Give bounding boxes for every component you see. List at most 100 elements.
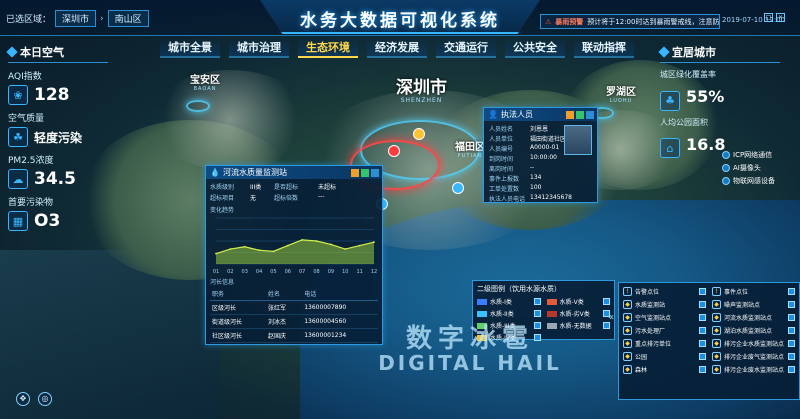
legend-item[interactable]: ◆ 排污企业废气监测站点 <box>712 352 795 361</box>
close-icon[interactable] <box>586 110 594 119</box>
field-value: 134 <box>530 174 542 181</box>
legend-label: 水质监测站 <box>635 302 666 309</box>
legend-checkbox[interactable] <box>699 301 706 308</box>
station-pin[interactable] <box>452 182 464 194</box>
layer-icp[interactable]: ICP网络通信 <box>722 150 775 160</box>
tab-city-overview[interactable]: 城市全景 <box>160 38 220 58</box>
legend-checkbox[interactable] <box>533 298 541 305</box>
tab-command[interactable]: 联动指挥 <box>574 38 634 58</box>
legend-item[interactable]: ◆ 湖泊水质监测站点 <box>712 326 795 335</box>
tab-public-safety[interactable]: 公共安全 <box>505 38 565 58</box>
popup-header: 💧 河流水质量监测站 <box>206 166 382 179</box>
legend-item[interactable]: 水质-劣V类 <box>546 309 610 318</box>
legend-checkbox[interactable] <box>603 298 610 305</box>
popup-header: 👤 执法人员 <box>484 108 597 121</box>
section-title: 宜居城市 <box>672 46 716 59</box>
legend-checkbox[interactable] <box>699 366 706 373</box>
district-name-en: BAOAN <box>193 86 217 92</box>
legend-checkbox[interactable] <box>603 322 610 329</box>
legend-item[interactable]: ! 事件点位 <box>712 287 795 296</box>
trend-point <box>315 240 318 242</box>
legend-item[interactable]: ◆ 噪声监测站点 <box>712 300 795 309</box>
page-title: 水务大数据可视化系统 <box>300 11 500 31</box>
legend-item[interactable]: ◆ 水质监测站 <box>623 300 706 309</box>
close-icon[interactable]: × <box>776 13 785 22</box>
park-icon: ⌂ <box>660 138 680 158</box>
map-controls: ✥ ◎ <box>16 392 52 406</box>
legend-checkbox[interactable] <box>699 340 706 347</box>
legend-item[interactable]: 水质-V类 <box>546 297 610 306</box>
title-plate: 水务大数据可视化系统 <box>260 0 540 34</box>
legend-item[interactable]: ◆ 河流水质监测站点 <box>712 313 795 322</box>
legend-checkbox[interactable] <box>699 327 706 334</box>
city-select[interactable]: 深圳市 <box>55 10 97 27</box>
table-row[interactable]: 街道级河长 刘冰杰 13600004560 <box>210 314 378 329</box>
layer-icon: ! <box>712 287 721 296</box>
pollutant-label: 首要污染物 <box>8 198 54 208</box>
tab-traffic[interactable]: 交通运行 <box>436 38 496 58</box>
camera-icon <box>722 164 730 172</box>
locate-icon[interactable]: ◎ <box>38 392 52 406</box>
legend-title: 二级图例（饮用水源水质） <box>477 285 561 293</box>
quality-value: 轻度污染 <box>34 130 83 145</box>
district-select[interactable]: 南山区 <box>107 10 149 27</box>
legend-checkbox[interactable] <box>788 353 795 360</box>
district-shenzhen[interactable]: 深圳市 SHENZHEN <box>396 80 447 104</box>
legend-checkbox[interactable] <box>788 288 795 295</box>
legend-item[interactable]: ◆ 公园 <box>623 352 706 361</box>
district-luohu[interactable]: 罗湖区 LUOHU <box>606 88 636 104</box>
legend-item[interactable]: ◆ 空气监测站点 <box>623 313 706 322</box>
legend-item[interactable]: 水质-II类 <box>477 309 541 318</box>
legend-checkbox[interactable] <box>699 288 706 295</box>
refresh-icon[interactable] <box>576 110 584 119</box>
legend-item[interactable]: ◆ 排污企业水质监测站点 <box>712 339 795 348</box>
legend-checkbox[interactable] <box>788 301 795 308</box>
livable-panel: 宜居城市 城区绿化覆盖率 ♣ 55% 人均公园面积 ⌂ 16.8 <box>658 44 795 158</box>
park-label: 人均公园面积 <box>660 117 708 127</box>
layer-icon: ◆ <box>712 326 721 335</box>
district-name-en: SHENZHEN <box>400 97 443 104</box>
legend-item[interactable]: ◆ 森林 <box>623 365 706 374</box>
pin-icon[interactable] <box>566 110 574 119</box>
legend-checkbox[interactable] <box>788 314 795 321</box>
district-name-en: LUOHU <box>609 98 633 104</box>
legend-checkbox[interactable] <box>788 327 795 334</box>
event-pin[interactable] <box>413 128 425 140</box>
layer-icon: ◆ <box>623 326 632 335</box>
legend-item[interactable]: ◆ 重点排污单位 <box>623 339 706 348</box>
tab-city-governance[interactable]: 城市治理 <box>229 38 289 58</box>
legend-checkbox[interactable] <box>699 353 706 360</box>
alert-bar[interactable]: ⚠ 暴雨预警 预计将于12:00时达到暴雨警戒线，注意防范 <box>540 14 720 29</box>
window-icon[interactable]: □ <box>764 13 773 22</box>
tab-ecology[interactable]: 生态环境 <box>298 38 358 58</box>
district-baoan[interactable]: 宝安区 BAOAN <box>190 76 220 92</box>
pin-icon[interactable] <box>351 168 359 177</box>
table-row[interactable]: 区级河长 张红军 13600007890 <box>210 300 378 315</box>
district-ring <box>186 100 210 112</box>
refresh-icon[interactable] <box>361 168 369 177</box>
cell: 刘冰杰 <box>266 314 303 329</box>
legend-checkbox[interactable] <box>788 366 795 373</box>
legend-label: 河流水质监测站点 <box>724 315 773 322</box>
legend-checkbox[interactable] <box>788 340 795 347</box>
legend-item[interactable]: 水质-I类 <box>477 297 541 306</box>
compass-icon[interactable]: ✥ <box>16 392 30 406</box>
layer-iot[interactable]: 物联网感设备 <box>722 176 775 186</box>
field-row: 工单处置数 100 <box>489 184 592 193</box>
officer-photo <box>564 125 592 155</box>
legend-item[interactable]: ◆ 污水处理厂 <box>623 326 706 335</box>
field-label: 执法人员电话 <box>489 196 526 203</box>
district-futian[interactable]: 福田区 FUTIAN <box>455 143 485 159</box>
cell: 社区级河长 <box>210 328 266 343</box>
chart-title: 变化趋势 <box>210 207 235 214</box>
legend-checkbox[interactable] <box>699 314 706 321</box>
close-icon[interactable] <box>371 168 379 177</box>
layer-camera[interactable]: AI摄像头 <box>722 163 775 173</box>
tab-economy[interactable]: 经济发展 <box>367 38 427 58</box>
legend-item[interactable]: ◆ 排污企业废水监测站点 <box>712 365 795 374</box>
alert-pin[interactable] <box>388 145 400 157</box>
legend-item[interactable]: ! 告警点位 <box>623 287 706 296</box>
legend-checkbox[interactable] <box>533 310 541 317</box>
table-row[interactable]: 社区级河长 赵国庆 13600001234 <box>210 328 378 343</box>
collapse-legend-icon[interactable]: « <box>608 312 614 323</box>
